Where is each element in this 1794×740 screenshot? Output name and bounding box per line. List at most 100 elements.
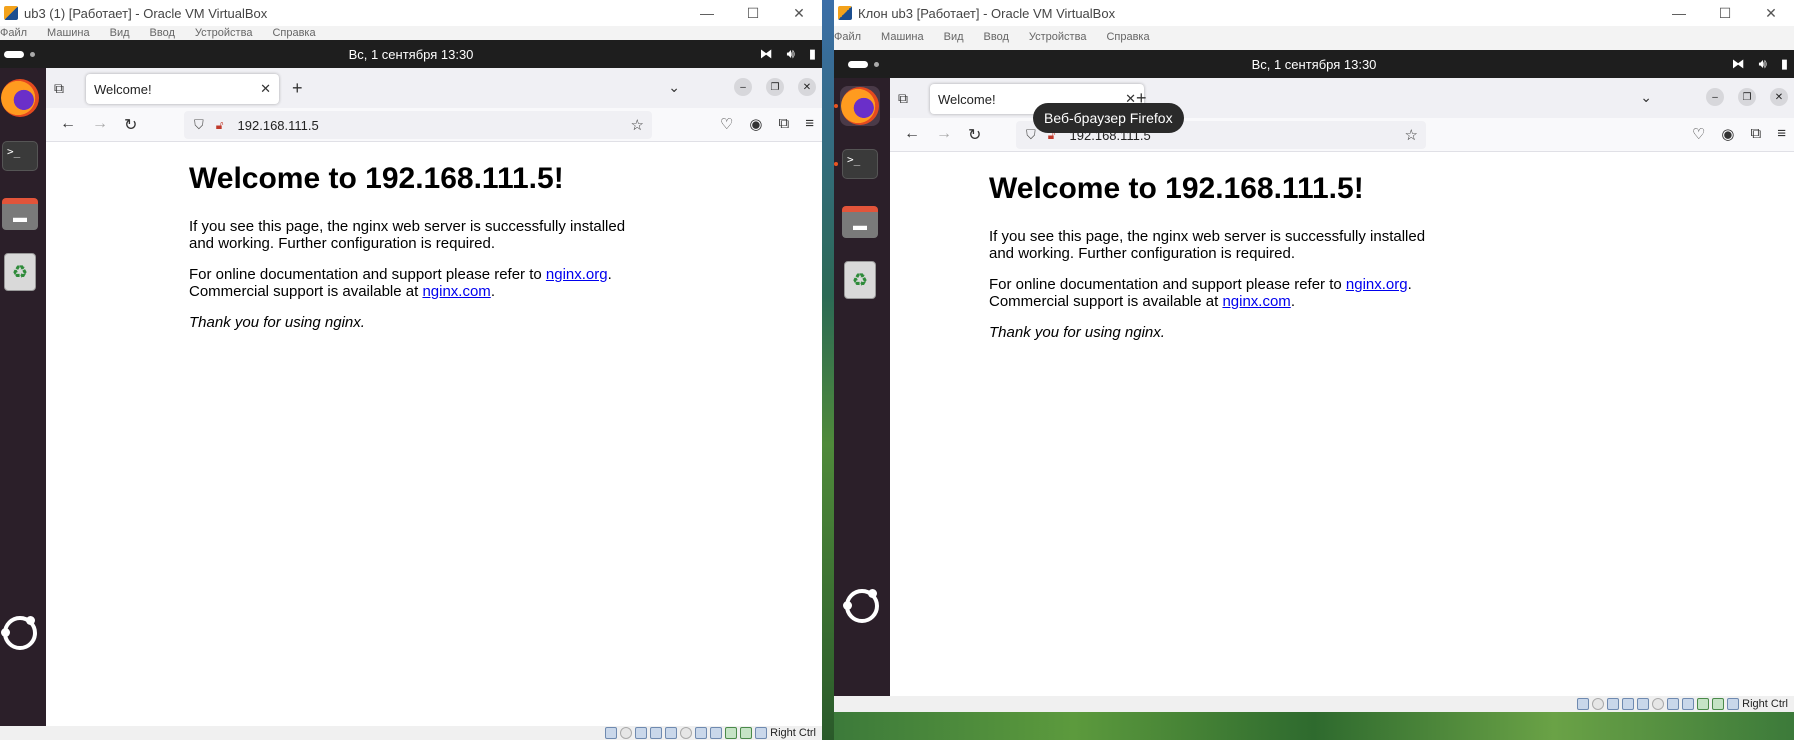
optical-icon[interactable]	[620, 727, 633, 739]
menu-help[interactable]: Справка	[1106, 31, 1149, 43]
left-minimize-button[interactable]: —	[684, 5, 730, 21]
bookmark-star-icon[interactable]: ☆	[1405, 126, 1418, 144]
pocket-icon[interactable]: ♡	[1692, 125, 1705, 143]
display-icon[interactable]	[1667, 698, 1680, 710]
left-tab-welcome[interactable]: Welcome! ✕	[86, 74, 279, 104]
activities-indicator[interactable]	[4, 50, 24, 58]
hdd-icon[interactable]	[605, 727, 618, 739]
bookmark-star-icon[interactable]: ☆	[631, 116, 644, 134]
back-button[interactable]: ←	[60, 115, 76, 133]
tab-list-icon[interactable]: ⧉	[54, 80, 72, 96]
menu-machine[interactable]: Машина	[881, 31, 924, 43]
ff-close-button[interactable]: ✕	[798, 78, 816, 96]
forward-button[interactable]: →	[936, 125, 952, 143]
network-adapter-icon[interactable]	[1622, 698, 1635, 710]
cpu-icon[interactable]	[725, 727, 738, 739]
dock-trash[interactable]: ♻	[840, 260, 880, 300]
ff-restore-button[interactable]: ❐	[1738, 88, 1756, 106]
menu-input[interactable]: Ввод	[150, 27, 175, 39]
extensions-icon[interactable]: ⧉	[1751, 125, 1762, 143]
menu-view[interactable]: Вид	[944, 31, 964, 43]
nginx-com-link[interactable]: nginx.com	[422, 283, 490, 300]
commercial-text: Commercial support is available at	[189, 283, 423, 300]
mouse-integration-icon[interactable]	[1712, 698, 1725, 710]
tab-close-icon[interactable]: ✕	[260, 81, 271, 97]
keyboard-icon[interactable]	[1727, 698, 1740, 710]
nginx-org-link[interactable]: nginx.org	[1346, 276, 1408, 293]
ff-restore-button[interactable]: ❐	[766, 78, 784, 96]
cpu-icon[interactable]	[1697, 698, 1710, 710]
shield-icon[interactable]: ⛉	[194, 117, 204, 133]
recording-icon[interactable]	[1682, 698, 1695, 710]
optical-icon[interactable]	[1592, 698, 1605, 710]
left-vbox-titlebar[interactable]: ub3 (1) [Работает] - Oracle VM VirtualBo…	[0, 0, 822, 26]
shared-folder-icon[interactable]	[680, 727, 693, 739]
url-text[interactable]: 192.168.111.5	[238, 118, 631, 133]
tab-overflow-chevron-icon[interactable]: ⌄	[668, 79, 680, 96]
right-close-button[interactable]: ✕	[1748, 5, 1794, 22]
mouse-integration-icon[interactable]	[740, 727, 753, 739]
page-heading: Welcome to 192.168.111.5!	[189, 162, 564, 195]
right-maximize-button[interactable]: ☐	[1702, 5, 1748, 22]
left-maximize-button[interactable]: ☐	[730, 5, 776, 22]
right-minimize-button[interactable]: —	[1656, 5, 1702, 21]
audio-icon[interactable]	[1607, 698, 1620, 710]
thanks-text: Thank you for using nginx.	[989, 324, 1165, 341]
ff-minimize-button[interactable]: –	[734, 78, 752, 96]
reload-button[interactable]: ↻	[968, 125, 981, 145]
dock-show-apps[interactable]	[0, 613, 40, 653]
ff-minimize-button[interactable]: –	[1706, 88, 1724, 106]
keyboard-icon[interactable]	[755, 727, 768, 739]
nginx-org-link[interactable]: nginx.org	[546, 266, 608, 283]
app-menu-icon[interactable]: ≡	[805, 115, 814, 133]
menu-help[interactable]: Справка	[272, 27, 315, 39]
network-adapter-icon[interactable]	[650, 727, 663, 739]
activities-indicator[interactable]	[848, 60, 868, 68]
right-vbox-titlebar[interactable]: Клон ub3 [Работает] - Oracle VM VirtualB…	[834, 0, 1794, 26]
account-icon[interactable]: ◉	[1721, 125, 1734, 143]
tab-overflow-chevron-icon[interactable]: ⌄	[1640, 89, 1652, 106]
dock-firefox[interactable]	[840, 86, 880, 126]
dock-files[interactable]: ▬	[0, 194, 40, 234]
menu-input[interactable]: Ввод	[984, 31, 1009, 43]
back-button[interactable]: ←	[904, 125, 920, 143]
forward-button[interactable]: →	[92, 115, 108, 133]
hdd-icon[interactable]	[1577, 698, 1590, 710]
left-close-button[interactable]: ✕	[776, 5, 822, 22]
dock-show-apps[interactable]	[842, 586, 882, 626]
menu-file[interactable]: Файл	[834, 31, 861, 43]
left-clock[interactable]: Вс, 1 сентября 13:30	[0, 47, 822, 62]
right-clock[interactable]: Вс, 1 сентября 13:30	[834, 57, 1794, 72]
menu-view[interactable]: Вид	[110, 27, 130, 39]
dock-files[interactable]: ▬	[840, 202, 880, 242]
app-menu-icon[interactable]: ≡	[1777, 125, 1786, 143]
usb-icon[interactable]	[1637, 698, 1650, 710]
dock-terminal[interactable]: >_	[0, 136, 40, 176]
menu-file[interactable]: Файл	[0, 27, 27, 39]
left-system-tray[interactable]: ⧓ 🔊︎ ▮	[760, 40, 816, 68]
extensions-icon[interactable]: ⧉	[779, 115, 790, 133]
display-icon[interactable]	[695, 727, 708, 739]
ff-close-button[interactable]: ✕	[1770, 88, 1788, 106]
audio-icon[interactable]	[635, 727, 648, 739]
menu-devices[interactable]: Устройства	[1029, 31, 1087, 43]
commercial-text: Commercial support is available at	[989, 293, 1223, 310]
dock-firefox[interactable]	[0, 78, 40, 118]
insecure-lock-icon[interactable]: 🔓︎	[216, 118, 224, 133]
dock-terminal[interactable]: >_	[840, 144, 880, 184]
reload-button[interactable]: ↻	[124, 115, 137, 135]
menu-devices[interactable]: Устройства	[195, 27, 253, 39]
shared-folder-icon[interactable]	[1652, 698, 1665, 710]
new-tab-button[interactable]: +	[292, 78, 303, 99]
left-url-bar[interactable]: ⛉ 🔓︎ 192.168.111.5 ☆	[184, 111, 652, 139]
right-system-tray[interactable]: ⧓ 🔊︎ ▮	[1732, 50, 1788, 78]
menu-machine[interactable]: Машина	[47, 27, 90, 39]
account-icon[interactable]: ◉	[749, 115, 762, 133]
recording-icon[interactable]	[710, 727, 723, 739]
nginx-com-link[interactable]: nginx.com	[1222, 293, 1290, 310]
tab-list-icon[interactable]: ⧉	[898, 90, 916, 106]
pocket-icon[interactable]: ♡	[720, 115, 733, 133]
dock-trash[interactable]: ♻	[0, 252, 40, 292]
usb-icon[interactable]	[665, 727, 678, 739]
shield-icon[interactable]: ⛉	[1026, 127, 1036, 143]
